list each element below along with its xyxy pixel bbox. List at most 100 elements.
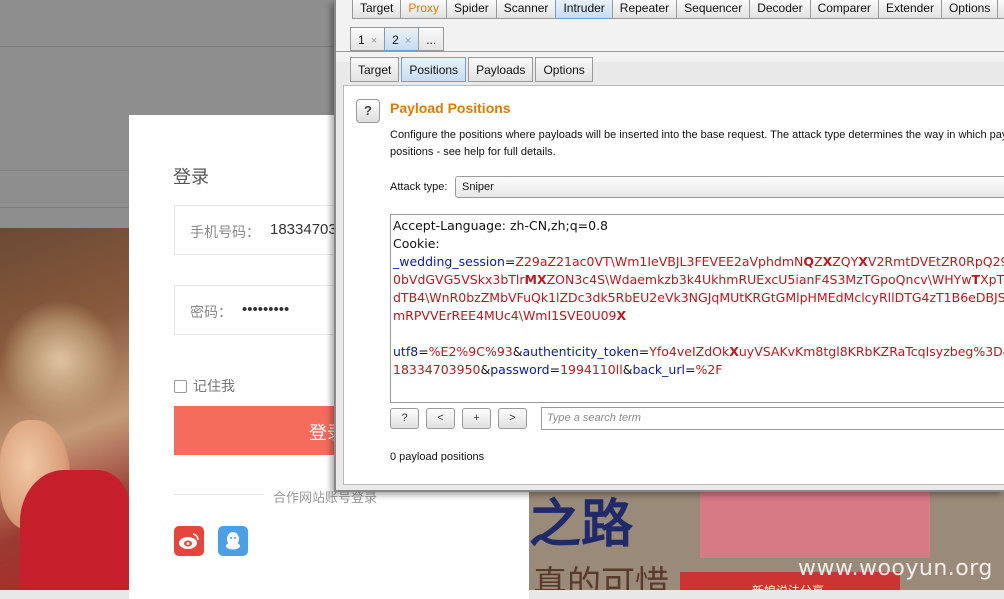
param-value: X: [616, 308, 627, 323]
previous-button[interactable]: <: [426, 408, 455, 429]
request-text: =: [638, 344, 650, 359]
attack-tab-label: ...: [426, 33, 437, 47]
next-button[interactable]: >: [498, 408, 527, 429]
tab-scanner[interactable]: Scanner: [495, 0, 557, 19]
weibo-icon[interactable]: [174, 526, 204, 556]
close-icon[interactable]: ×: [371, 35, 377, 47]
subtab-payloads[interactable]: Payloads: [468, 57, 534, 82]
tab-repeater[interactable]: Repeater: [611, 0, 678, 19]
tab-proxy[interactable]: Proxy: [400, 0, 448, 19]
tab-target[interactable]: Target: [352, 0, 402, 19]
param-value: Z29aZ21ac0VT\Wm1IeVBJL3FEVEE2aVphdmN: [515, 254, 804, 269]
param-value: %E2%9C%93: [428, 344, 513, 359]
tab-alerts[interactable]: Alerts: [997, 0, 1004, 19]
param-name: authenticity_token: [522, 344, 639, 359]
param-value: dTB4\WnR0bzZMbVFuQk1lZDc3dk5RbEU2eVk3NGJ…: [393, 290, 1004, 305]
request-line: 18334703950&password=1994110ll&back_url=…: [393, 361, 1004, 379]
help-button[interactable]: ?: [390, 408, 419, 429]
param-value: ZON3c4S\Wdaemkzb3k4UkhmRUExcU5ianF4S3MzT…: [546, 272, 972, 287]
request-text: &: [512, 344, 523, 359]
close-icon[interactable]: ×: [405, 35, 411, 47]
attack-tab-2[interactable]: 2 ×: [384, 27, 420, 51]
request-line: [393, 325, 1004, 343]
param-value: mRPVVErREE4MUc4\WmI1SVE0U09: [393, 308, 617, 323]
param-value: 0bVdGVG5VSkx3bTlr: [393, 272, 525, 287]
banner-photo: [700, 488, 930, 558]
subtab-positions[interactable]: Positions: [401, 57, 467, 82]
request-text: =: [418, 344, 429, 359]
bride-photo-lace: [0, 300, 120, 420]
intruder-attack-tabs: 1 × 2 ×...: [350, 27, 445, 51]
tab-spider[interactable]: Spider: [446, 0, 497, 19]
request-line: Accept-Language: zh-CN,zh;q=0.8: [393, 217, 1004, 235]
burp-header: Target Proxy Spider Scanner Intruder Repeater…: [336, 0, 1004, 62]
request-line: 0bVdGVG5VSkx3bTlrMXZON3c4S\Wdaemkzb3k4Uk…: [393, 271, 1004, 289]
tab-intruder[interactable]: Intruder: [555, 0, 613, 19]
remember-me[interactable]: 记住我: [174, 376, 235, 396]
attack-tab-label: 2: [392, 33, 399, 47]
remember-checkbox[interactable]: [174, 379, 187, 393]
request-line: mRPVVErREE4MUc4\WmI1SVE0U09X: [393, 307, 1004, 325]
positions-panel: ? Payload Positions Configure the positi…: [343, 85, 1004, 485]
attack-tab-1[interactable]: 1 ×: [350, 27, 386, 51]
attack-tab-label: 1: [358, 33, 365, 47]
param-value: T: [971, 272, 981, 287]
param-value: Yfo4veIZdOk: [649, 344, 730, 359]
panel-title: Payload Positions: [390, 100, 511, 116]
subtab-options[interactable]: Options: [535, 57, 593, 82]
password-label: 密码：: [190, 304, 232, 320]
attack-tab-more[interactable]: ...: [418, 27, 445, 51]
param-name: _wedding_session: [393, 254, 505, 269]
request-text: &: [622, 362, 633, 377]
tab-extender[interactable]: Extender: [877, 0, 942, 19]
param-value: ZQY: [832, 254, 859, 269]
divider: [174, 494, 264, 495]
param-value: X: [729, 344, 739, 359]
request-text: Cookie:: [393, 236, 440, 251]
param-value: Q: [803, 254, 815, 269]
param-name: password: [490, 362, 550, 377]
param-value: XpTV: [980, 272, 1004, 287]
divider: [336, 51, 1004, 52]
qq-icon[interactable]: [218, 526, 248, 556]
request-line: utf8=%E2%9C%93&authenticity_token=Yfo4ve…: [393, 343, 1004, 361]
description-line: positions - see help for full details.: [390, 146, 556, 158]
add-button[interactable]: +: [462, 408, 491, 429]
password-value[interactable]: •••••••••: [242, 301, 289, 318]
phone-value[interactable]: 18334703: [270, 221, 337, 238]
request-text: =: [684, 362, 696, 377]
attack-type-select[interactable]: Sniper: [455, 176, 1004, 198]
editor-toolbar: ? < + >: [390, 408, 534, 429]
banner-text: 之路: [529, 494, 634, 555]
subtab-target[interactable]: Target: [350, 57, 400, 82]
tab-comparer[interactable]: Comparer: [809, 0, 879, 19]
tab-sequencer[interactable]: Sequencer: [676, 0, 751, 19]
bride-photo-dress: [20, 470, 130, 599]
request-line: _wedding_session=Z29aZ21ac0VT\Wm1IeVBJL3…: [393, 253, 1004, 271]
request-text: =: [504, 254, 516, 269]
remember-label: 记住我: [193, 378, 235, 394]
payload-count: 0 payload positions: [390, 451, 485, 463]
main-tab-bar: Target Proxy Spider Scanner Intruder Repeater…: [352, 0, 1004, 19]
help-button[interactable]: ?: [356, 99, 380, 123]
param-value: V2RmtDVEtZR0RpQ29YR: [867, 254, 1004, 269]
request-editor[interactable]: Accept-Language: zh-CN,zh;q=0.8 Cookie: _w…: [390, 214, 1004, 403]
search-input[interactable]: Type a search term: [541, 407, 1004, 430]
burp-window: Target Proxy Spider Scanner Intruder Repeater…: [334, 0, 1004, 492]
param-value: X: [858, 254, 868, 269]
param-value: uyVSAKvKm8tgl8KRbKZRaTcqIsyzbeg%3D: [738, 344, 1003, 359]
param-value: 1994110ll: [560, 362, 623, 377]
attack-type-label: Attack type:: [390, 181, 448, 193]
tab-decoder[interactable]: Decoder: [749, 0, 811, 19]
tab-options[interactable]: Options: [940, 0, 999, 19]
request-line: dTB4\WnR0bzZMbVFuQk1lZDc3dk5RbEU2eVk3NGJ…: [393, 289, 1004, 307]
panel-description: Configure the positions where payloads w…: [390, 127, 1004, 161]
param-value: X: [822, 254, 833, 269]
param-value: Z: [814, 254, 823, 269]
param-value: MX: [524, 272, 547, 287]
param-value: 18334703950: [393, 362, 481, 377]
watermark: www.wooyun.org: [798, 556, 993, 581]
phone-label: 手机号码：: [190, 224, 260, 240]
param-name: back_url: [632, 362, 685, 377]
request-line: Cookie:: [393, 235, 1004, 253]
